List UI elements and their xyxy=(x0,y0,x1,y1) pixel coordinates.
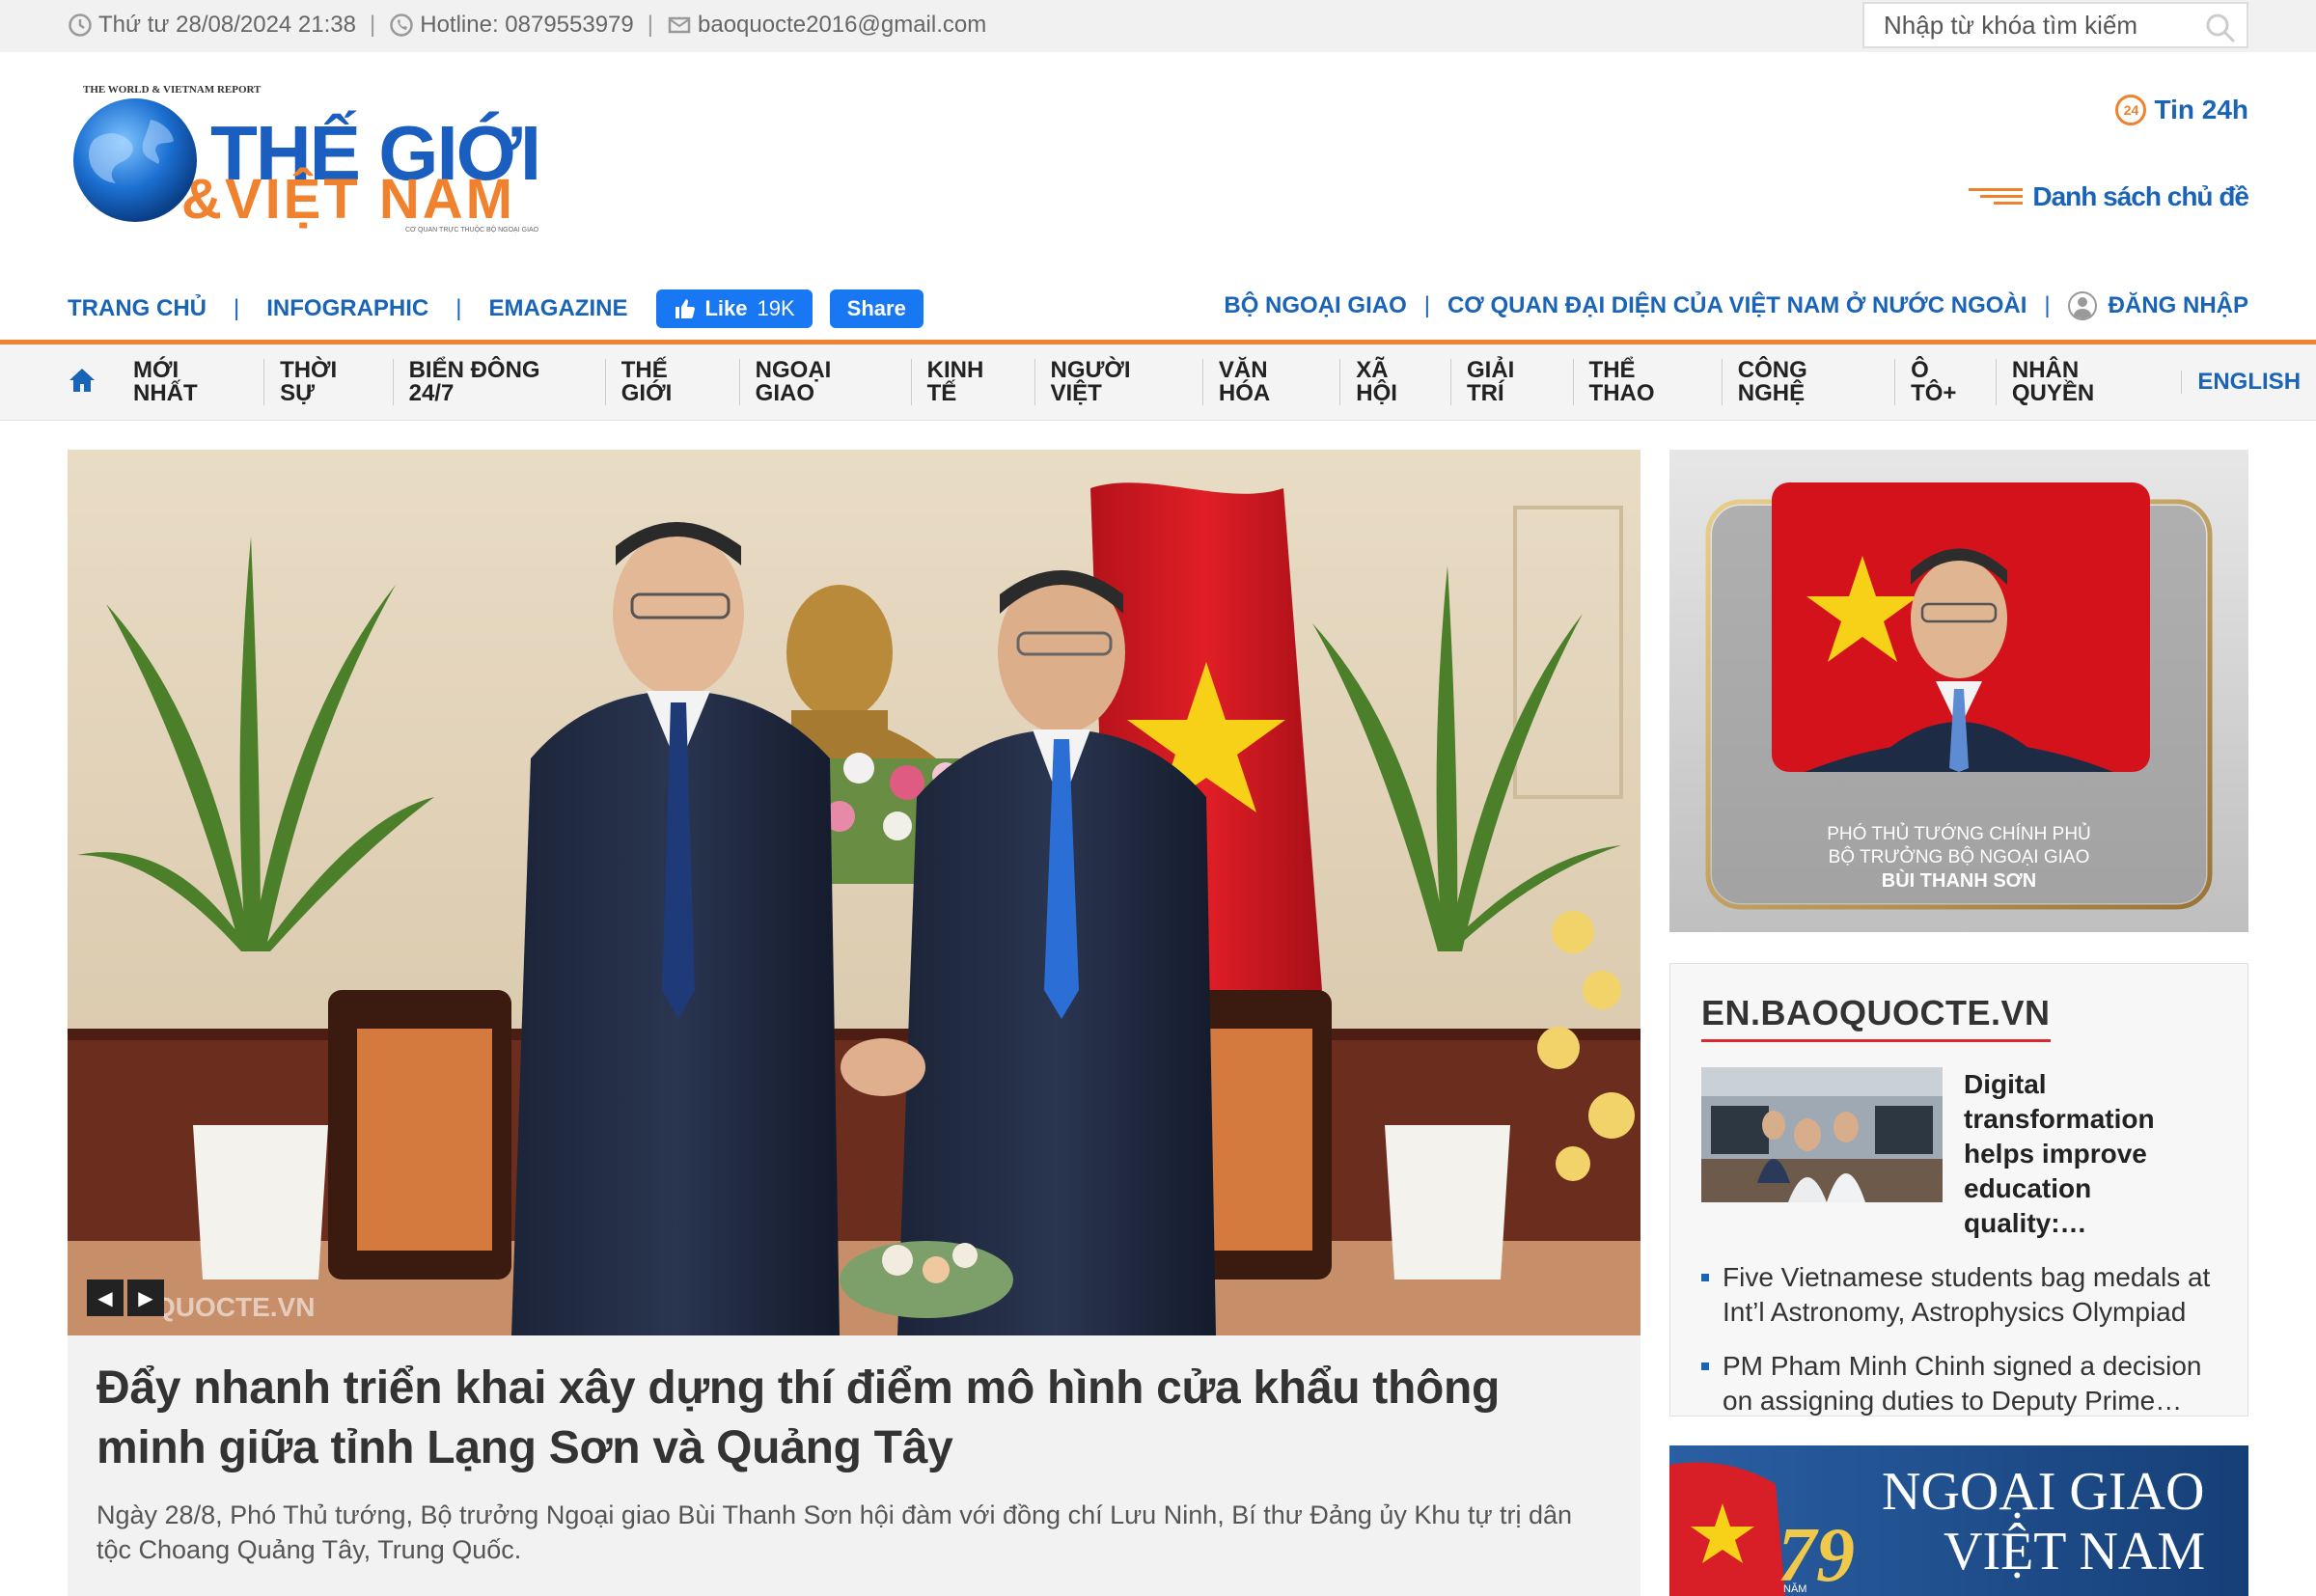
divider: | xyxy=(234,295,240,321)
nav-item-xa-hoi[interactable]: XÃ HỘI xyxy=(1339,359,1450,405)
nav-infographic-link[interactable]: INFOGRAPHIC xyxy=(266,295,428,322)
missions-abroad-link[interactable]: CƠ QUAN ĐẠI DIỆN CỦA VIỆT NAM Ở NƯỚC NGO… xyxy=(1448,292,2026,319)
mail-icon xyxy=(668,16,691,34)
main-nav: MỚI NHẤT THỜI SỰ BIỂN ĐÔNG 24/7 THẾ GIỚI… xyxy=(0,340,2316,421)
nav-item-bien-dong[interactable]: BIỂN ĐÔNG 24/7 xyxy=(392,359,605,405)
hotline: Hotline: 0879553979 xyxy=(420,12,634,38)
english-news-box: EN.BAOQUOCTE.VN Digital transformation h… xyxy=(1669,963,2248,1417)
banner-number-sub: NĂM xyxy=(1783,1582,1806,1595)
logo-line2: &VIỆT NAM xyxy=(181,168,515,231)
facebook-share-button[interactable]: Share xyxy=(829,289,924,328)
nav-item-nguoi-viet[interactable]: NGƯỜI VIỆT xyxy=(1034,359,1202,405)
ministry-link[interactable]: BỘ NGOẠI GIAO xyxy=(1224,292,1406,319)
list-item[interactable]: PM Pham Minh Chinh signed a decision on … xyxy=(1701,1349,2217,1418)
nav-item-thoi-su[interactable]: THỜI SỰ xyxy=(263,359,393,405)
nav-item-english[interactable]: ENGLISH xyxy=(2181,371,2316,394)
list-item[interactable]: Five Vietnamese students bag medals at I… xyxy=(1701,1260,2217,1330)
promo-caption-line1: PHÓ THỦ TƯỚNG CHÍNH PHỦ xyxy=(1827,824,2091,844)
menu-lines-icon xyxy=(1969,188,2024,206)
contact-email-link[interactable]: baoquocte2016@gmail.com xyxy=(698,12,986,39)
like-label: Like xyxy=(704,296,748,320)
divider: | xyxy=(2044,292,2051,318)
secondary-nav-right: BỘ NGOẠI GIAO | CƠ QUAN ĐẠI DIỆN CỦA VIỆ… xyxy=(1224,291,2248,320)
login-link[interactable]: ĐĂNG NHẬP xyxy=(2067,291,2248,320)
logo-tagline: THE WORLD & VIETNAM REPORT xyxy=(83,84,262,96)
nav-item-moi-nhat[interactable]: MỚI NHẤT xyxy=(118,359,263,405)
search-box xyxy=(1862,2,2248,48)
nav-item-nhan-quyen[interactable]: NHÂN QUYỀN xyxy=(1995,359,2181,405)
promo-caption-line2: BỘ TRƯỞNG BỘ NGOẠI GIAO xyxy=(1828,847,2090,867)
phone-icon xyxy=(390,14,413,37)
watermark: QUOCTE.VN xyxy=(154,1292,315,1322)
search-input[interactable] xyxy=(1864,10,2192,41)
diplomacy-79-banner[interactable]: 79 NĂM NGOẠI GIAO VIỆT NAM xyxy=(1669,1445,2248,1596)
top-info: Thứ tư 28/08/2024 21:38 | Hotline: 08795… xyxy=(68,12,986,39)
tin24-icon: 24 xyxy=(2115,95,2147,125)
divider: | xyxy=(455,295,462,321)
nav-item-giai-tri[interactable]: GIẢI TRÍ xyxy=(1449,359,1573,405)
topic-list-label: Danh sách chủ đề xyxy=(2032,181,2249,211)
nav-emagazine-link[interactable]: EMAGAZINE xyxy=(488,295,627,322)
user-icon xyxy=(2067,291,2097,320)
nav-item-van-hoa[interactable]: VĂN HÓA xyxy=(1201,359,1339,405)
nav-item-kinh-te[interactable]: KINH TẾ xyxy=(910,359,1034,405)
current-datetime: Thứ tư 28/08/2024 21:38 xyxy=(98,12,356,38)
login-label: ĐĂNG NHẬP xyxy=(2108,292,2248,318)
nav-item-o-to[interactable]: Ô TÔ+ xyxy=(1894,359,1996,405)
banner-line2: VIỆT NAM xyxy=(1944,1522,2205,1582)
divider: | xyxy=(1423,292,1430,318)
divider: | xyxy=(370,12,376,38)
hero-summary: Ngày 28/8, Phó Thủ tướng, Bộ trưởng Ngoạ… xyxy=(96,1500,1573,1564)
home-icon[interactable] xyxy=(68,367,96,394)
logo-sub: CƠ QUAN TRỰC THUỘC BỘ NGOẠI GIAO xyxy=(405,225,539,234)
nav-item-the-thao[interactable]: THỂ THAO xyxy=(1572,359,1722,405)
tin24h-label: Tin 24h xyxy=(2154,95,2248,124)
english-site-heading[interactable]: EN.BAOQUOCTE.VN xyxy=(1701,993,2051,1042)
banner-line1: NGOẠI GIAO xyxy=(1882,1462,2204,1522)
next-slide-button[interactable]: ▶ xyxy=(127,1280,164,1316)
clock-icon xyxy=(69,14,92,37)
tin24h-link[interactable]: 24 Tin 24h xyxy=(2115,95,2248,125)
like-count: 19K xyxy=(757,296,795,320)
slider-controls: ◀ ▶ xyxy=(87,1280,168,1316)
nav-item-the-gioi[interactable]: THẾ GIỚI xyxy=(604,359,739,405)
promo-caption-name: BÙI THANH SƠN xyxy=(1881,870,2037,892)
top-bar: Thứ tư 28/08/2024 21:38 | Hotline: 08795… xyxy=(0,0,2316,52)
site-logo[interactable]: THE WORLD & VIETNAM REPORT THẾ GIỚI &VIỆ… xyxy=(68,77,550,239)
thumbs-up-icon xyxy=(676,299,696,318)
feature-thumbnail[interactable] xyxy=(1701,1067,1943,1202)
english-feature: Digital transformation helps improve edu… xyxy=(1701,1067,2217,1241)
divider: | xyxy=(647,12,653,38)
search-icon[interactable] xyxy=(2204,12,2237,44)
nav-home-icon-item[interactable] xyxy=(68,367,118,399)
hero-image[interactable]: QUOCTE.VN ◀ ▶ xyxy=(68,450,1640,1335)
facebook-like-button[interactable]: Like 19K xyxy=(656,289,813,328)
feature-title-link[interactable]: Digital transformation helps improve edu… xyxy=(1964,1067,2217,1241)
topic-list-link[interactable]: Danh sách chủ đề xyxy=(1969,181,2249,212)
nav-item-ngoai-giao[interactable]: NGOẠI GIAO xyxy=(738,359,911,405)
hero-title-link[interactable]: Đẩy nhanh triển khai xây dựng thí điểm m… xyxy=(96,1359,1612,1478)
minister-promo-banner[interactable]: PHÓ THỦ TƯỚNG CHÍNH PHỦ BỘ TRƯỞNG BỘ NGO… xyxy=(1669,450,2248,932)
secondary-nav: TRANG CHỦ | INFOGRAPHIC | EMAGAZINE Like… xyxy=(68,289,924,328)
nav-home-link[interactable]: TRANG CHỦ xyxy=(68,295,207,322)
nav-item-cong-nghe[interactable]: CÔNG NGHỆ xyxy=(1721,359,1894,405)
prev-slide-button[interactable]: ◀ xyxy=(87,1280,124,1316)
hero-article: Đẩy nhanh triển khai xây dựng thí điểm m… xyxy=(68,1335,1640,1596)
english-headlines: Five Vietnamese students bag medals at I… xyxy=(1701,1260,2217,1418)
